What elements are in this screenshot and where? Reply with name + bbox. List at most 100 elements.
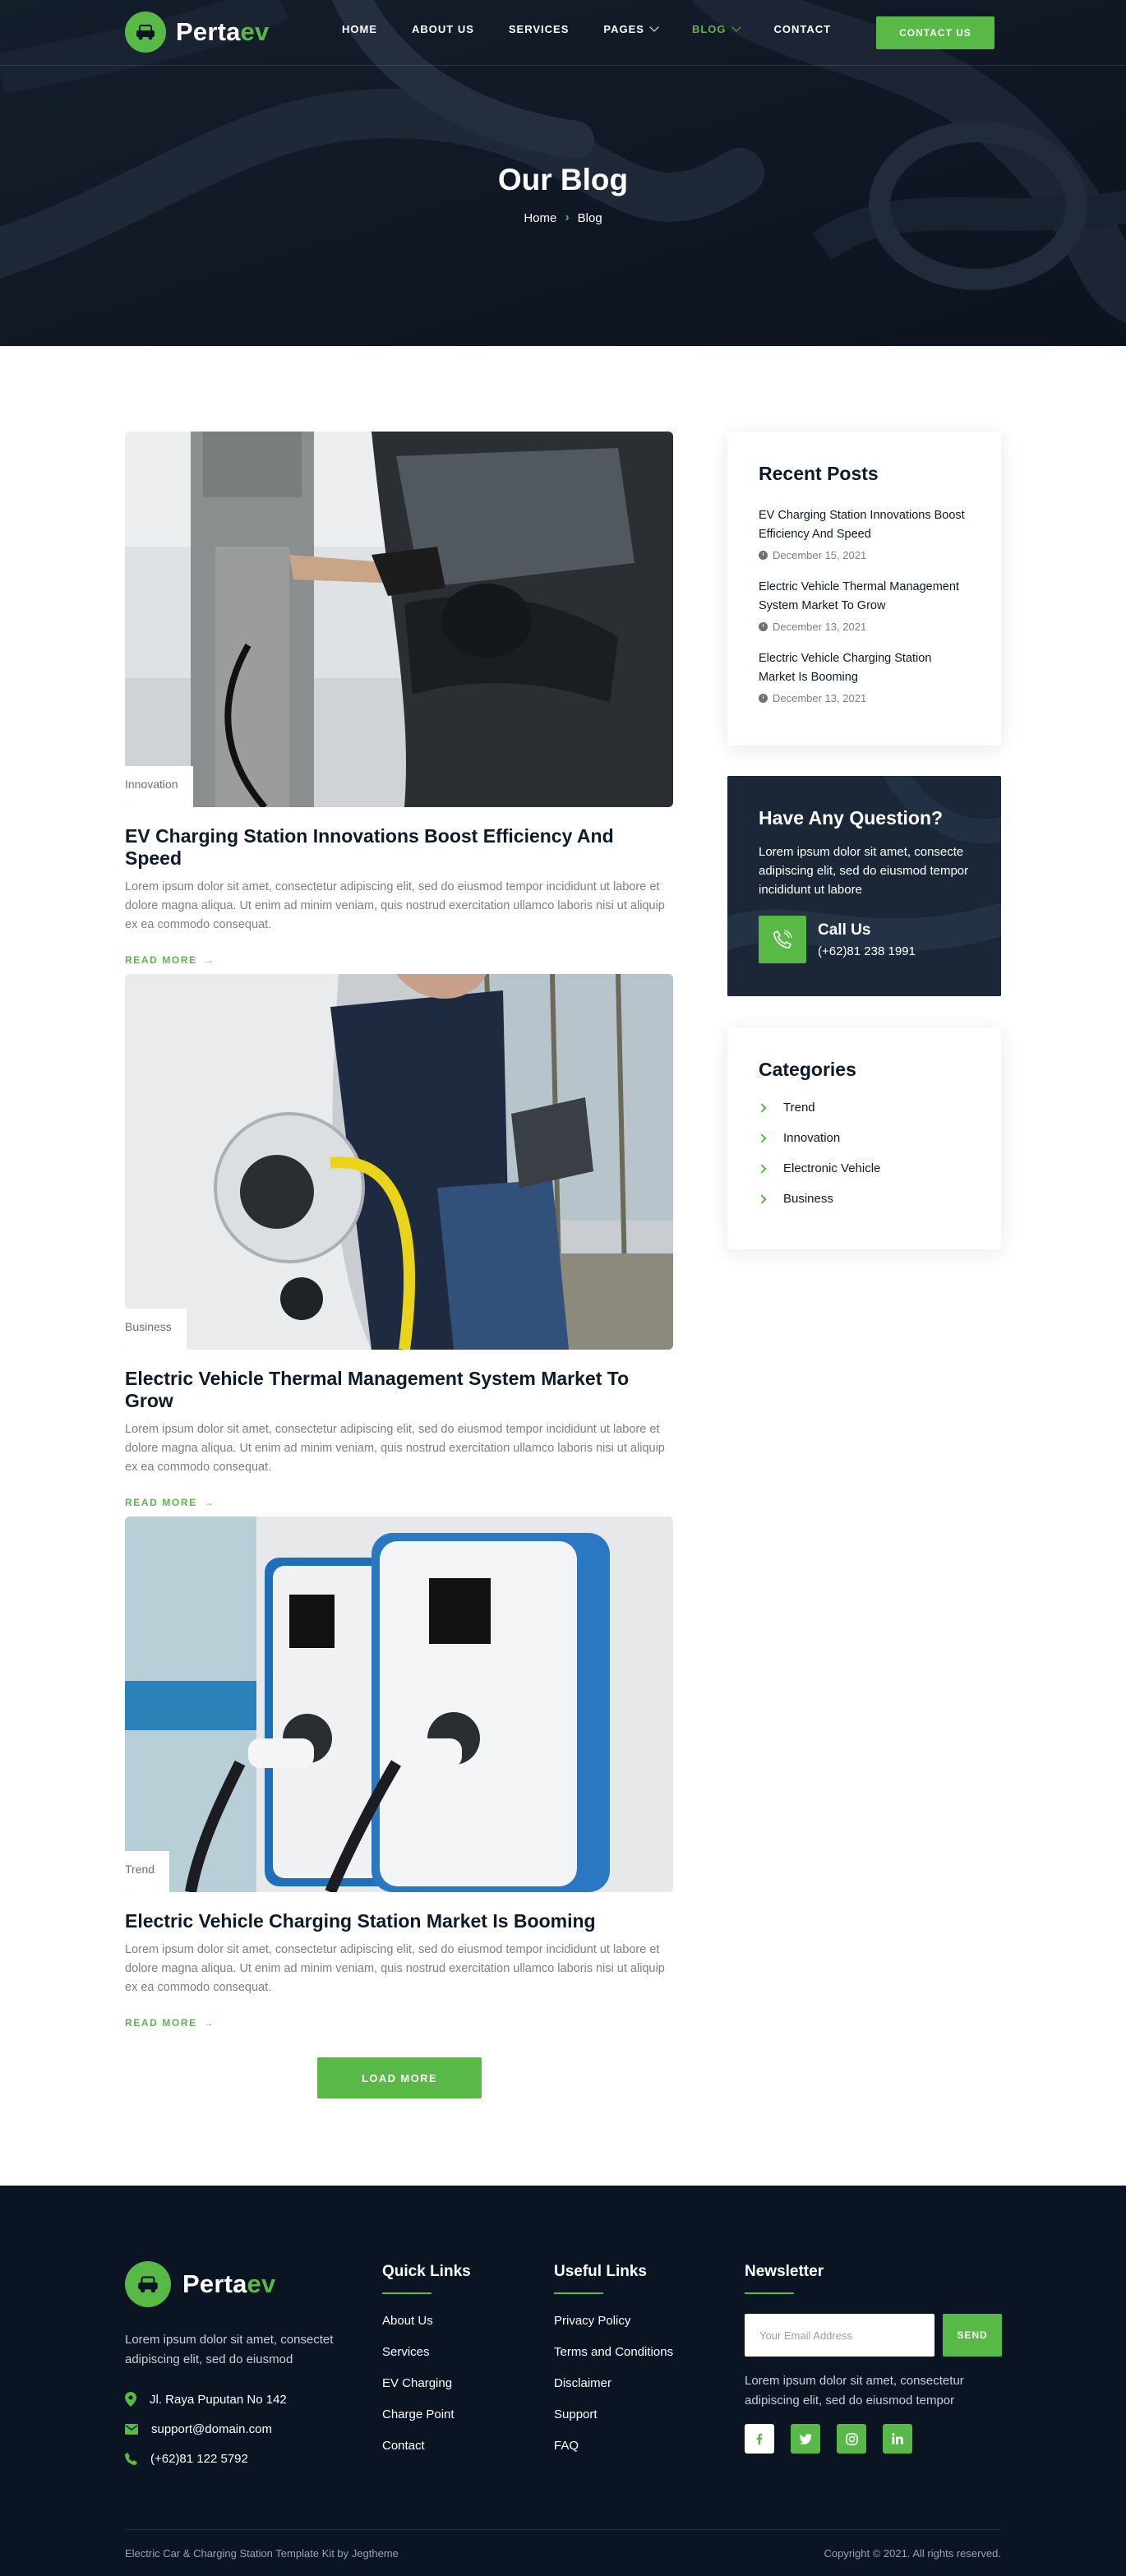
read-more-link[interactable]: READ MORE → (125, 1497, 215, 1508)
twitter-icon[interactable] (791, 2424, 820, 2454)
category-item-innovation[interactable]: Innovation (757, 1131, 970, 1145)
post-title[interactable]: Electric Vehicle Charging Station Market… (125, 1910, 673, 1932)
newsletter-text: Lorem ipsum dolor sit amet, consectetur … (745, 2374, 964, 2407)
facebook-icon[interactable] (745, 2424, 774, 2454)
footer-phone[interactable]: (+62)81 122 5792 (125, 2450, 287, 2467)
chevron-right-icon: › (565, 210, 570, 224)
recent-post-link[interactable]: Electric Vehicle Charging Station Market… (759, 649, 970, 687)
nav-contact[interactable]: CONTACT (774, 23, 832, 35)
ev-car-icon (125, 12, 166, 53)
footer-column-title: Newsletter (745, 2263, 824, 2280)
chevron-right-icon (757, 1102, 767, 1113)
hero-banner: Pertaev HOME ABOUT US SERVICES PAGES BLO… (0, 0, 1126, 346)
phone-icon (125, 2452, 137, 2465)
widget-title: Categories (759, 1059, 856, 1080)
phone-icon[interactable] (759, 916, 806, 963)
site-logo[interactable]: Pertaev (125, 12, 269, 53)
chevron-down-icon (649, 22, 659, 32)
read-more-link[interactable]: READ MORE → (125, 2017, 215, 2029)
nav-home[interactable]: HOME (342, 23, 377, 35)
recent-post-link[interactable]: EV Charging Station Innovations Boost Ef… (759, 506, 970, 544)
chevron-right-icon (757, 1133, 767, 1143)
footer-credit: Electric Car & Charging Station Template… (125, 2547, 399, 2560)
title-underline (554, 2292, 603, 2294)
chevron-down-icon (731, 22, 741, 32)
post-date: December 13, 2021 (773, 692, 867, 704)
nav-blog[interactable]: BLOG (692, 22, 741, 35)
question-widget: Have Any Question? Lorem ipsum dolor sit… (727, 776, 1001, 996)
footer-about-text: Lorem ipsum dolor sit amet, consectet ad… (125, 2333, 334, 2366)
post-image-thermal-management (125, 974, 673, 1350)
social-links (745, 2424, 1008, 2454)
category-item-electronic-vehicle[interactable]: Electronic Vehicle (757, 1161, 970, 1175)
footer-link-support[interactable]: Support (554, 2407, 673, 2422)
title-underline (745, 2292, 794, 2294)
linkedin-icon[interactable] (883, 2424, 912, 2454)
post-date: December 15, 2021 (773, 549, 867, 561)
instagram-icon[interactable] (837, 2424, 866, 2454)
post-excerpt: Lorem ipsum dolor sit amet, consectetur … (125, 1423, 665, 1474)
post-category-tag[interactable]: Innovation (125, 766, 193, 807)
envelope-icon (125, 2423, 138, 2435)
category-item-trend[interactable]: Trend (757, 1101, 970, 1115)
newsletter-send-button[interactable]: SEND (943, 2314, 1002, 2357)
post-category-tag[interactable]: Business (125, 1309, 187, 1350)
category-item-business[interactable]: Business (757, 1192, 970, 1206)
load-more-button[interactable]: LOAD MORE (317, 2057, 482, 2098)
blog-main: Innovation EV Charging Station Innovatio… (0, 346, 1126, 2186)
breadcrumb: Home › Blog (0, 210, 1126, 225)
post-category-tag[interactable]: Trend (125, 1851, 170, 1892)
footer-contact: Jl. Raya Puputan No 142 support@domain.c… (125, 2391, 287, 2480)
call-us-phone[interactable]: (+62)81 238 1991 (818, 944, 916, 958)
post-image[interactable]: Trend (125, 1517, 673, 1892)
newsletter-email-input[interactable] (745, 2314, 934, 2357)
footer-link-services[interactable]: Services (382, 2345, 471, 2360)
recent-post-item: Electric Vehicle Charging Station Market… (759, 649, 970, 704)
blog-post-card: Innovation EV Charging Station Innovatio… (125, 432, 673, 967)
footer-link-ev-charging[interactable]: EV Charging (382, 2376, 471, 2391)
footer-address: Jl. Raya Puputan No 142 (125, 2391, 287, 2407)
arrow-right-icon: → (203, 2017, 215, 2029)
footer-divider (125, 2529, 1001, 2530)
footer-copyright: Copyright © 2021. All rights reserved. (824, 2547, 1001, 2560)
footer-link-about-us[interactable]: About Us (382, 2314, 471, 2329)
question-text: Lorem ipsum dolor sit amet, consecte adi… (759, 845, 969, 897)
breadcrumb-current: Blog (577, 210, 602, 225)
contact-us-button[interactable]: CONTACT US (876, 16, 994, 49)
chevron-right-icon (757, 1193, 767, 1204)
footer-link-charge-point[interactable]: Charge Point (382, 2407, 471, 2422)
footer-link-disclaimer[interactable]: Disclaimer (554, 2376, 673, 2391)
site-footer: Pertaev Lorem ipsum dolor sit amet, cons… (0, 2186, 1126, 2576)
post-image[interactable]: Business (125, 974, 673, 1350)
post-date: December 13, 2021 (773, 621, 867, 633)
footer-link-contact[interactable]: Contact (382, 2439, 471, 2454)
footer-link-faq[interactable]: FAQ (554, 2439, 673, 2454)
logo-wordmark: Pertaev (176, 17, 270, 46)
footer-column-title: Quick Links (382, 2263, 471, 2280)
post-title[interactable]: EV Charging Station Innovations Boost Ef… (125, 825, 673, 870)
read-more-link[interactable]: READ MORE → (125, 954, 215, 966)
top-navigation-bar: Pertaev HOME ABOUT US SERVICES PAGES BLO… (0, 0, 1126, 66)
clock-icon (759, 551, 768, 560)
ev-car-icon (125, 2261, 171, 2307)
footer-link-privacy-policy[interactable]: Privacy Policy (554, 2314, 673, 2329)
post-image-ev-charging (125, 432, 673, 807)
nav-services[interactable]: SERVICES (509, 23, 570, 35)
nav-about-us[interactable]: ABOUT US (412, 23, 474, 35)
recent-post-link[interactable]: Electric Vehicle Thermal Management Syst… (759, 578, 970, 616)
post-image[interactable]: Innovation (125, 432, 673, 807)
post-title[interactable]: Electric Vehicle Thermal Management Syst… (125, 1368, 673, 1412)
footer-email[interactable]: support@domain.com (125, 2421, 287, 2437)
post-image-charging-stations (125, 1517, 673, 1892)
quick-links-column: Quick Links About Us Services EV Chargin… (382, 2263, 471, 2454)
call-us-title: Call Us (818, 921, 871, 939)
footer-link-terms[interactable]: Terms and Conditions (554, 2345, 673, 2360)
blog-post-card: Trend Electric Vehicle Charging Station … (125, 1517, 673, 2030)
categories-widget: Categories Trend Innovation Electronic V… (727, 1027, 1001, 1249)
footer-logo[interactable]: Pertaev (125, 2261, 275, 2307)
main-nav: HOME ABOUT US SERVICES PAGES BLOG CONTAC… (342, 22, 865, 35)
logo-wordmark: Pertaev (182, 2269, 276, 2298)
breadcrumb-home-link[interactable]: Home (524, 211, 556, 225)
nav-pages[interactable]: PAGES (603, 22, 659, 35)
page-title: Our Blog (497, 163, 629, 196)
